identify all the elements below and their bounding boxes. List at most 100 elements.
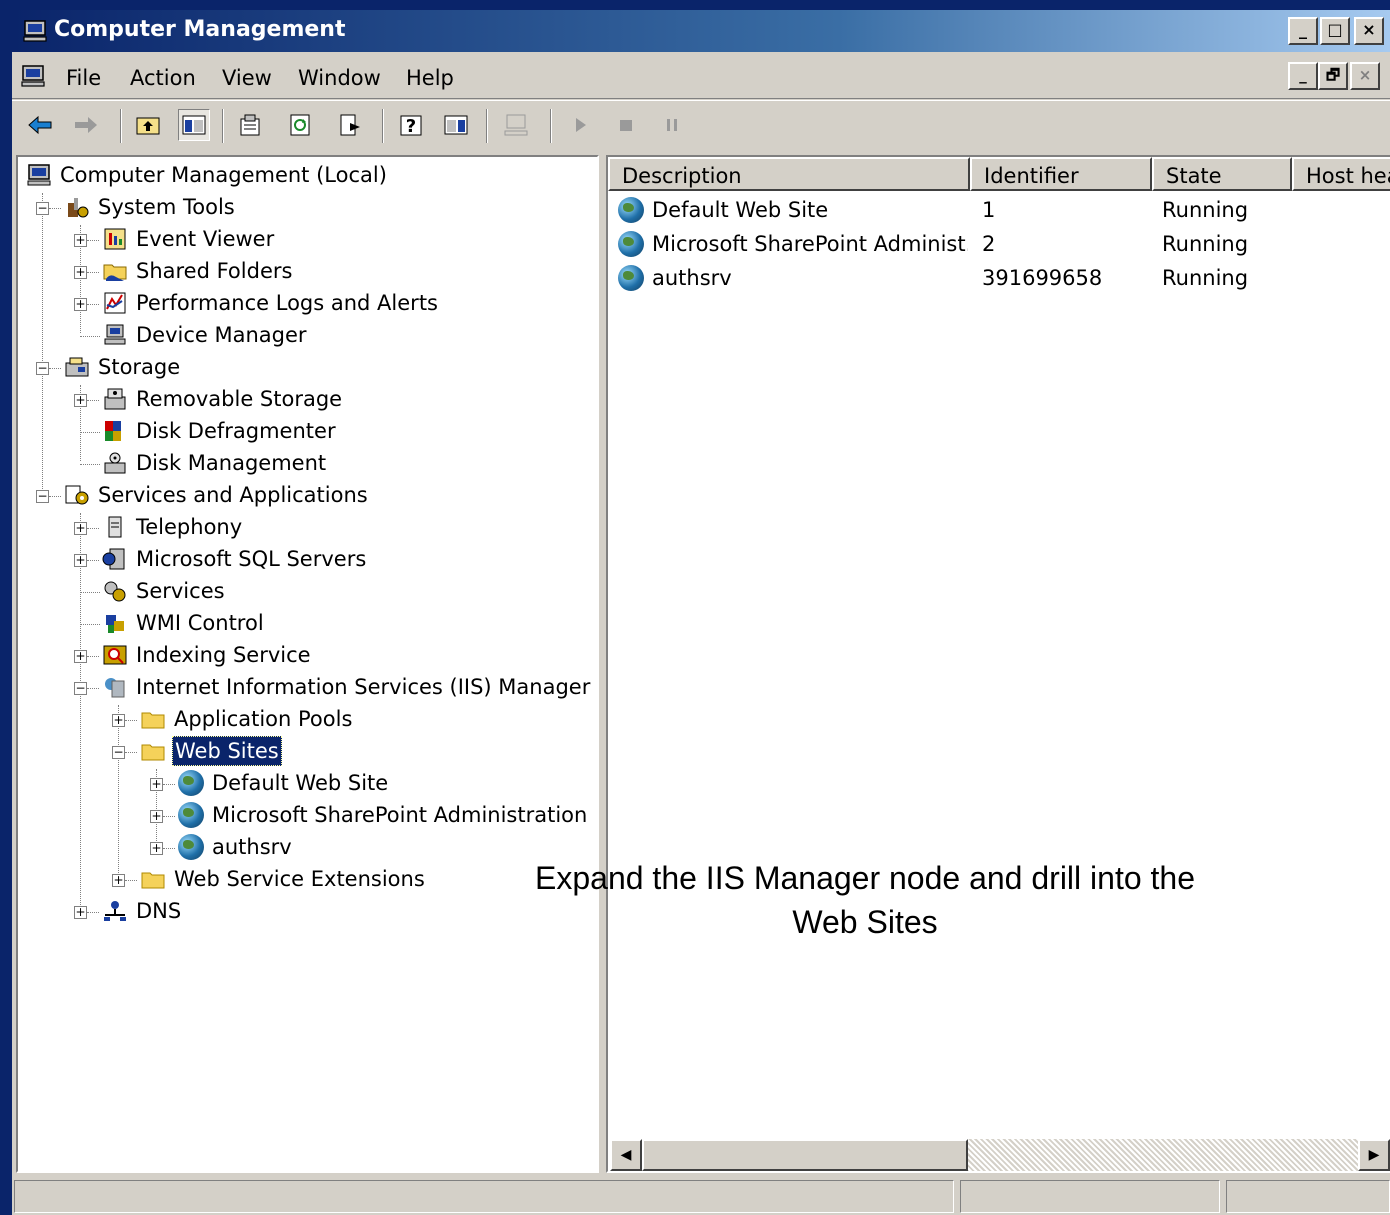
globe-icon [618,265,644,291]
forward-arrow-icon[interactable] [70,109,102,141]
tree-connector [87,656,99,657]
column-header-state[interactable]: State [1152,157,1292,191]
show-hide-action-pane-icon[interactable] [440,109,472,141]
expand-toggle[interactable]: + [74,650,87,663]
maximize-button[interactable]: □ [1320,17,1350,45]
toolbar-separator [550,109,552,143]
tree-connector [87,304,99,305]
expand-toggle[interactable]: + [74,906,87,919]
title-bar[interactable]: Computer Management _ □ × [12,10,1390,52]
folder-icon [141,712,165,729]
menu-bar: File Action View Window Help _ 🗗 × [12,54,1390,99]
child-minimize-button[interactable]: _ [1288,62,1318,90]
expand-toggle[interactable]: + [74,298,87,311]
menu-action[interactable]: Action [130,66,196,90]
expand-toggle[interactable]: + [74,522,87,535]
tree-connector [80,513,81,909]
play-icon[interactable] [564,109,596,141]
tree-connector [87,560,99,561]
expand-toggle[interactable]: + [112,874,125,887]
system-tools-icon [68,198,89,218]
expand-toggle[interactable]: + [74,234,87,247]
shared-folders-icon [103,264,127,281]
back-arrow-icon[interactable] [24,109,56,141]
menu-help[interactable]: Help [406,66,454,90]
performance-logs-icon [104,292,126,314]
expand-toggle[interactable]: + [74,266,87,279]
collapse-toggle[interactable]: − [36,490,49,503]
tree-label: DNS [136,899,182,923]
properties-icon[interactable] [234,109,266,141]
menu-file[interactable]: File [66,66,101,90]
globe-icon [618,231,644,257]
list-row[interactable]: authsrv 391699658 Running [608,261,1388,295]
tree-label: Performance Logs and Alerts [136,291,438,315]
stop-icon[interactable] [610,109,642,141]
scroll-left-button[interactable]: ◀ [610,1139,642,1171]
tree-connector [80,592,100,593]
tree-label: Default Web Site [212,771,389,795]
toolbar-separator [486,109,488,143]
list-row[interactable]: Default Web Site 1 Running [608,193,1388,227]
minimize-button[interactable]: _ [1288,17,1318,45]
toolbar-separator [120,109,122,143]
column-header-description[interactable]: Description [608,157,970,191]
close-button[interactable]: × [1354,17,1384,45]
tree-label-selected: Web Sites [172,736,282,766]
toolbar-separator [382,109,384,143]
tree-connector [80,336,100,337]
scroll-thumb[interactable] [642,1139,968,1171]
computer-icon [27,164,51,186]
help-icon[interactable]: ? [396,109,428,141]
tree-connector [87,400,99,401]
horizontal-scrollbar[interactable]: ◀ ▶ [610,1139,1390,1171]
tree-connector [125,720,137,721]
svg-text:?: ? [406,116,416,137]
window-frame-left [0,0,12,1215]
tree-label: Services [136,579,225,603]
collapse-toggle[interactable]: − [36,362,49,375]
show-hide-tree-icon[interactable] [178,109,210,141]
details-list[interactable]: Description Identifier State Host hea De… [606,155,1390,1173]
child-restore-button[interactable]: 🗗 [1318,62,1348,90]
expand-toggle[interactable]: + [112,714,125,727]
tree-connector [80,464,100,465]
column-header-host-header[interactable]: Host hea [1292,157,1390,191]
collapse-toggle[interactable]: − [112,746,125,759]
cell-state: Running [1162,266,1249,290]
expand-toggle[interactable]: + [150,810,163,823]
sql-server-icon [102,548,125,570]
up-folder-icon[interactable] [132,109,164,141]
pause-icon[interactable] [656,109,688,141]
connect-computer-icon[interactable] [500,109,532,141]
tree-label: Indexing Service [136,643,311,667]
device-manager-icon [104,324,126,345]
refresh-icon[interactable] [284,109,316,141]
list-row[interactable]: Microsoft SharePoint Administ... 2 Runni… [608,227,1388,261]
column-header-identifier[interactable]: Identifier [970,157,1152,191]
child-close-button[interactable]: × [1350,62,1380,90]
expand-toggle[interactable]: + [150,778,163,791]
tree-label: Microsoft SharePoint Administration [212,803,588,827]
menu-view[interactable]: View [222,66,272,90]
indexing-service-icon [103,645,127,665]
disk-defragmenter-icon [105,421,121,441]
cell-identifier: 1 [982,198,996,222]
collapse-toggle[interactable]: − [36,202,49,215]
event-viewer-icon [104,228,126,250]
telephony-icon [108,516,122,538]
tree-connector [49,496,61,497]
scroll-right-button[interactable]: ▶ [1358,1139,1390,1171]
status-panel-main [14,1180,954,1213]
mmc-document-icon[interactable] [20,64,48,88]
collapse-toggle[interactable]: − [74,682,87,695]
expand-toggle[interactable]: + [74,394,87,407]
expand-toggle[interactable]: + [150,842,163,855]
tree-connector [49,368,61,369]
console-tree[interactable]: Computer Management (Local) − System Too… [16,155,599,1173]
tree-label: Microsoft SQL Servers [136,547,367,571]
tree-connector [125,752,137,753]
export-list-icon[interactable] [334,109,366,141]
menu-window[interactable]: Window [298,66,381,90]
expand-toggle[interactable]: + [74,554,87,567]
